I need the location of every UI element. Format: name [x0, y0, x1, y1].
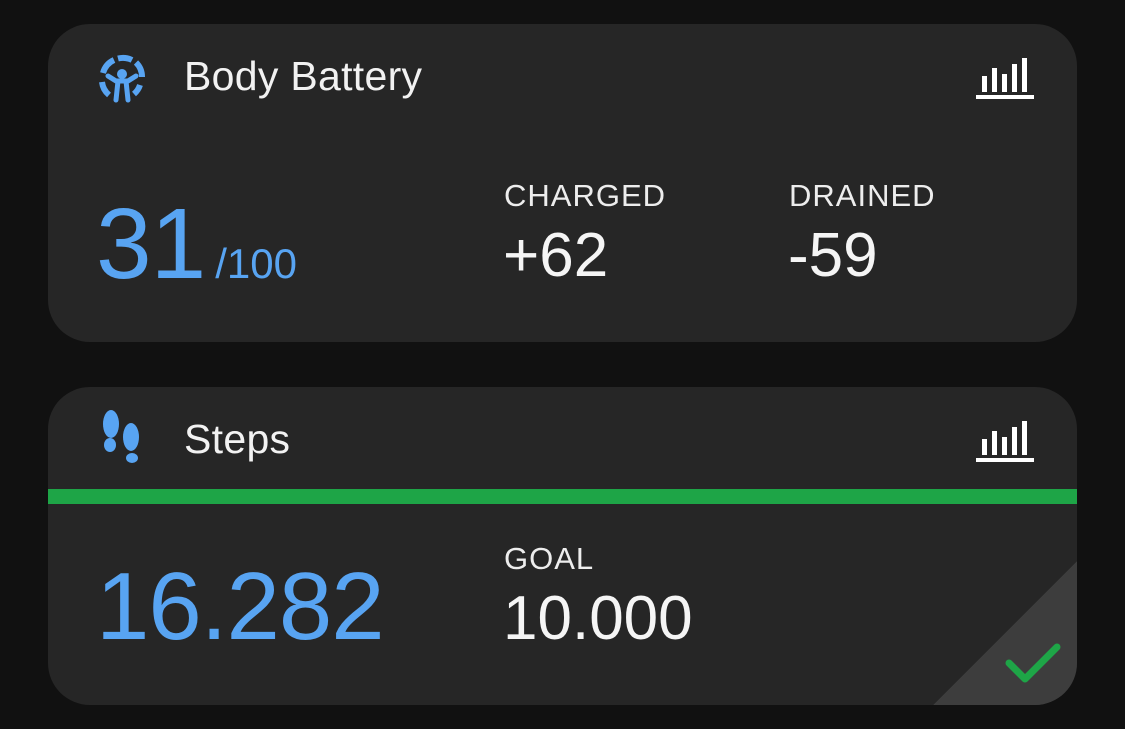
goal-value: 10.000 [503, 584, 693, 653]
steps-header: Steps [48, 387, 1077, 491]
body-battery-title: Body Battery [184, 53, 423, 99]
steps-chart-icon[interactable] [975, 417, 1035, 463]
goal-reached-corner [933, 561, 1077, 705]
steps-card[interactable]: Steps 16.282 GOAL 10.000 [48, 387, 1077, 705]
steps-title: Steps [184, 416, 291, 462]
steps-progress-fill [48, 489, 1077, 504]
body-battery-icon [99, 54, 146, 103]
footprints-icon [103, 410, 139, 463]
steps-progress-bar [48, 489, 1077, 504]
body-battery-max: /100 [215, 240, 297, 287]
body-battery-card[interactable]: Body Battery 31/100 CHARGED +62 DRAINED … [48, 24, 1077, 342]
charged-value: +62 [503, 221, 609, 290]
drained-label: DRAINED [789, 178, 936, 213]
body-battery-value: 31/100 [96, 194, 297, 314]
body-battery-header: Body Battery [48, 24, 1077, 128]
steps-value: 16.282 [96, 553, 385, 660]
goal-label: GOAL [504, 541, 595, 576]
body-battery-chart-icon[interactable] [975, 54, 1035, 100]
body-battery-number: 31 [96, 188, 206, 300]
drained-value: -59 [788, 221, 878, 290]
charged-label: CHARGED [504, 178, 667, 213]
checkmark-icon [1005, 643, 1061, 683]
